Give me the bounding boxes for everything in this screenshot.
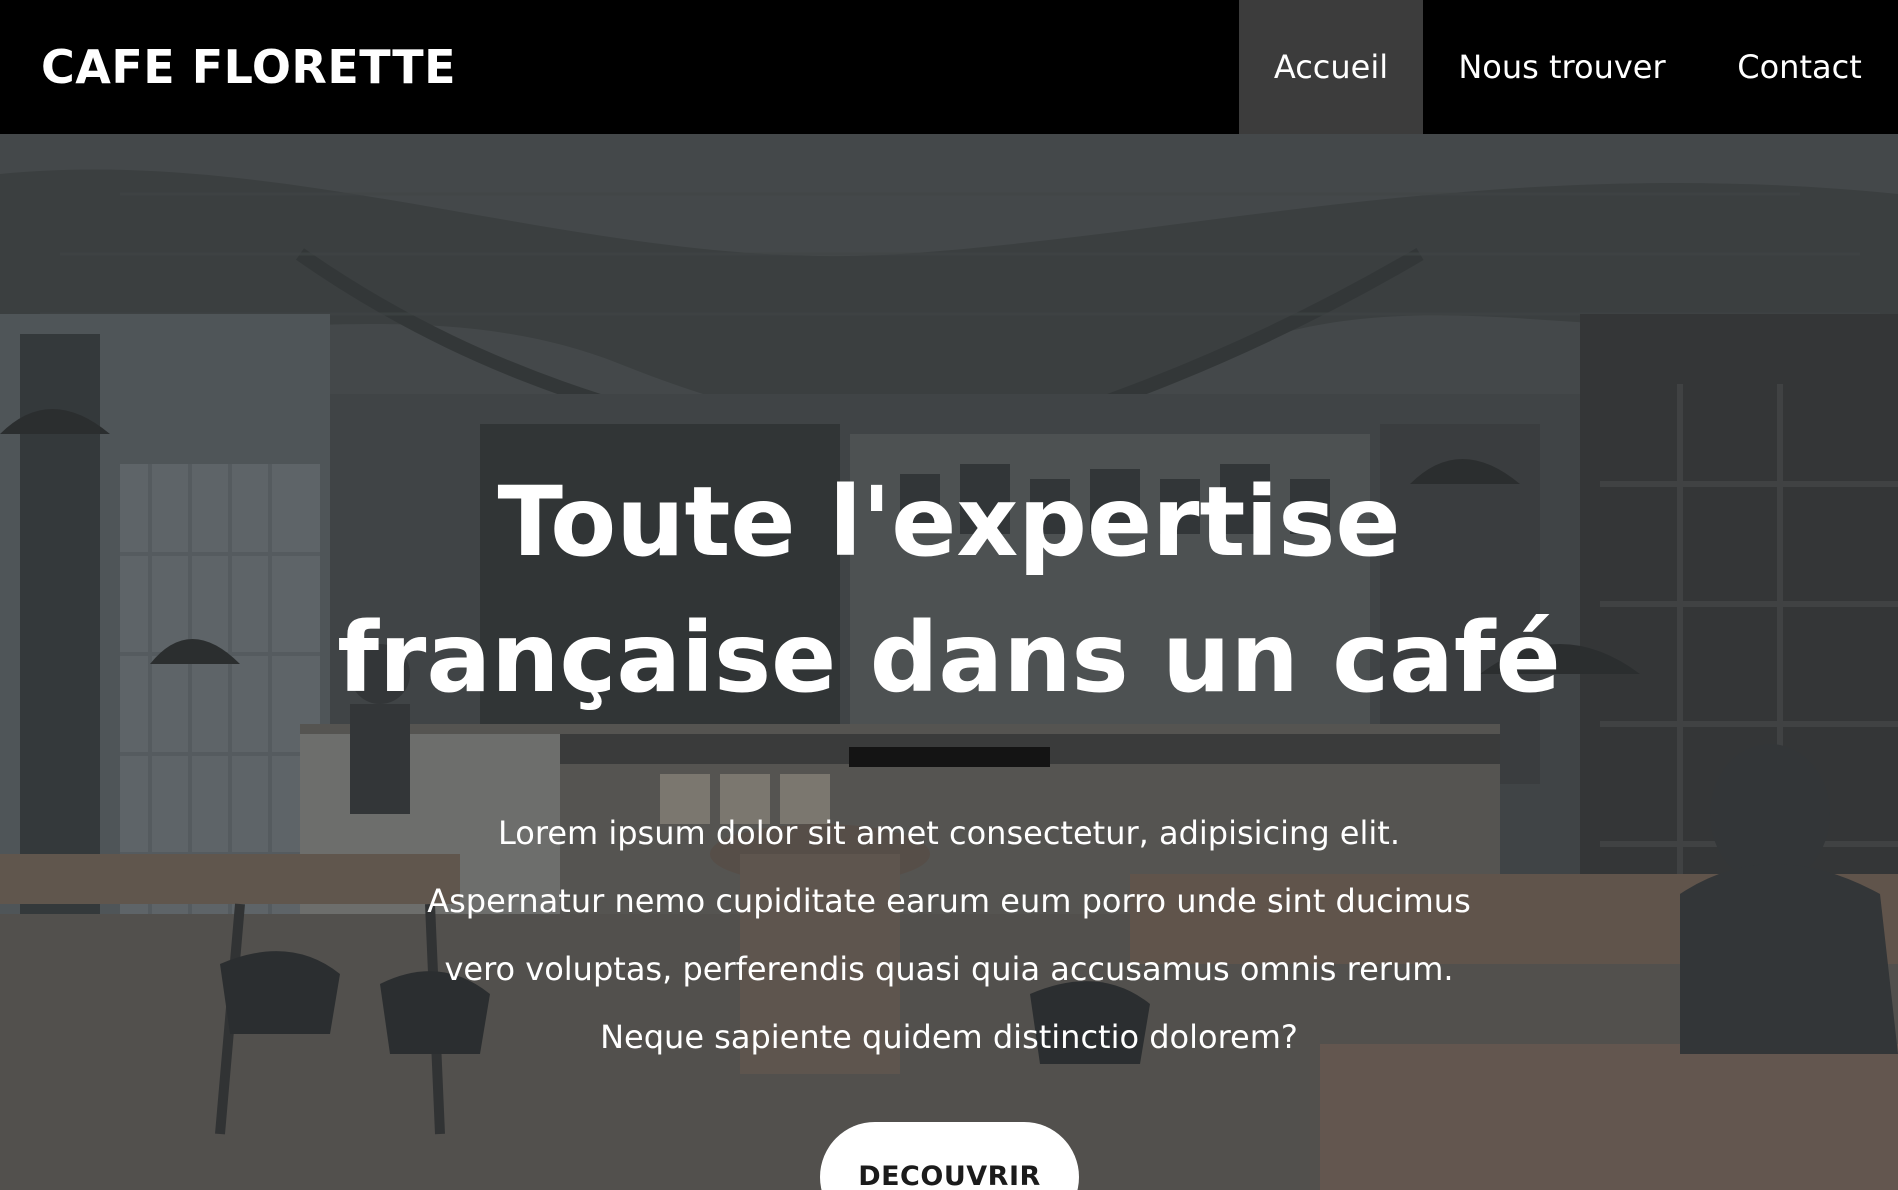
hero-title-line: Toute l'expertise xyxy=(497,466,1401,578)
main-nav: Accueil Nous trouver Contact xyxy=(1239,0,1898,134)
hero-description-line: Aspernatur nemo cupiditate earum eum por… xyxy=(427,882,1471,920)
nav-item-nous-trouver[interactable]: Nous trouver xyxy=(1423,0,1701,134)
title-divider xyxy=(849,747,1050,767)
hero-title: Toute l'expertise française dans un café xyxy=(0,454,1898,726)
nav-item-accueil[interactable]: Accueil xyxy=(1239,0,1423,134)
hero-section: Toute l'expertise française dans un café… xyxy=(0,134,1898,1190)
hero-description: Lorem ipsum dolor sit amet consectetur, … xyxy=(349,799,1549,1071)
decouvrir-button[interactable]: DECOUVRIR xyxy=(820,1122,1079,1190)
navbar: CAFE FLORETTE Accueil Nous trouver Conta… xyxy=(0,0,1898,134)
page: CAFE FLORETTE Accueil Nous trouver Conta… xyxy=(0,0,1898,1190)
brand-logo[interactable]: CAFE FLORETTE xyxy=(41,36,456,98)
hero-description-line: vero voluptas, perferendis quasi quia ac… xyxy=(444,950,1454,988)
hero-description-line: Lorem ipsum dolor sit amet consectetur, … xyxy=(498,814,1400,852)
hero-title-line: française dans un café xyxy=(337,602,1561,714)
nav-item-contact[interactable]: Contact xyxy=(1701,0,1898,134)
hero-description-line: Neque sapiente quidem distinctio dolorem… xyxy=(600,1018,1298,1056)
